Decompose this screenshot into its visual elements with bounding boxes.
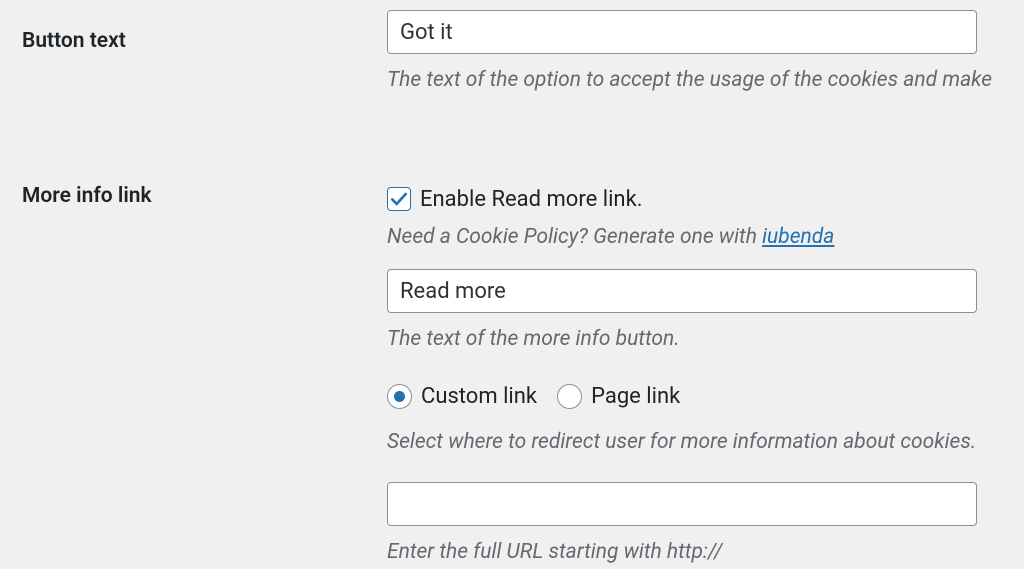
more-info-label-col: More info link bbox=[22, 165, 387, 208]
link-type-description: Select where to redirect user for more i… bbox=[387, 427, 1002, 459]
page-link-option: Page link bbox=[557, 384, 680, 409]
button-text-section: Button text The text of the option to ac… bbox=[22, 10, 1002, 117]
read-more-text-description: The text of the more info button. bbox=[387, 324, 1002, 356]
enable-read-more-label[interactable]: Enable Read more link. bbox=[420, 187, 643, 212]
link-type-row: Custom link Page link bbox=[387, 384, 1002, 409]
read-more-text-input[interactable] bbox=[387, 269, 977, 313]
enable-read-more-checkbox[interactable] bbox=[387, 187, 411, 211]
check-icon bbox=[389, 189, 409, 209]
page-link-radio[interactable] bbox=[557, 384, 582, 409]
custom-link-label[interactable]: Custom link bbox=[421, 384, 537, 409]
button-text-content-col: The text of the option to accept the usa… bbox=[387, 10, 1002, 117]
button-text-input[interactable] bbox=[387, 10, 977, 54]
more-info-label: More info link bbox=[22, 184, 152, 208]
more-info-content-col: Enable Read more link. Need a Cookie Pol… bbox=[387, 165, 1002, 569]
button-text-label-col: Button text bbox=[22, 10, 387, 53]
custom-link-radio[interactable] bbox=[387, 384, 412, 409]
page-link-label[interactable]: Page link bbox=[591, 384, 680, 409]
button-text-label: Button text bbox=[22, 29, 126, 53]
cookie-policy-hint-prefix: Need a Cookie Policy? Generate one with bbox=[387, 225, 762, 249]
url-input[interactable] bbox=[387, 482, 977, 526]
custom-link-option: Custom link bbox=[387, 384, 537, 409]
iubenda-link[interactable]: iubenda bbox=[762, 225, 834, 249]
url-input-description: Enter the full URL starting with http:// bbox=[387, 537, 1002, 569]
enable-read-more-row: Enable Read more link. bbox=[387, 187, 1002, 212]
button-text-description: The text of the option to accept the usa… bbox=[387, 65, 1002, 97]
cookie-policy-hint: Need a Cookie Policy? Generate one with … bbox=[387, 222, 1002, 254]
more-info-section: More info link Enable Read more link. Ne… bbox=[22, 165, 1002, 569]
